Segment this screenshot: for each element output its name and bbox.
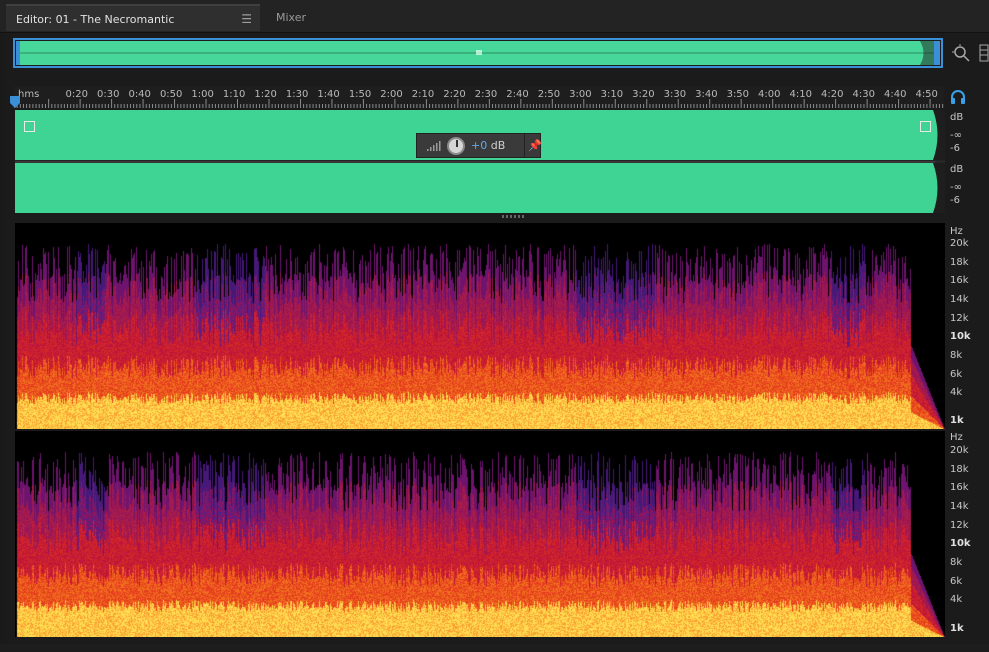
playhead-marker[interactable]: [9, 95, 21, 109]
ruler-tick-label: 1:40: [317, 89, 340, 100]
menu-icon[interactable]: ☰: [241, 6, 252, 33]
gain-readout[interactable]: +0 dB: [471, 139, 505, 152]
spectrogram-channel-1[interactable]: [15, 223, 945, 429]
ruler-tick-label: 3:30: [663, 89, 687, 100]
hz-label: 8k: [950, 350, 963, 361]
ruler-tick-label: 2:20: [443, 89, 466, 100]
ruler-tick-label: 1:20: [254, 89, 277, 100]
ruler-tick-label: 3:40: [695, 89, 718, 100]
ruler-tick-label: 0:20: [65, 89, 88, 100]
ruler-tick-label: 3:10: [600, 89, 624, 100]
fade-out-handle[interactable]: [920, 121, 931, 132]
hz-scale-channel-1: Hz 20k 18k 16k 14k 12k 10k 8k 6k 4k 1k: [946, 223, 986, 429]
waveform-display: [15, 110, 945, 213]
ruler-tick-label: 2:30: [474, 89, 498, 100]
ruler-tick-label: 1:10: [222, 89, 246, 100]
ruler-tick-label: 0:30: [96, 89, 120, 100]
hz-label: 16k: [950, 482, 969, 493]
ruler-tick-label: 2:10: [411, 89, 435, 100]
zoom-icon[interactable]: [951, 43, 971, 63]
headphones-icon[interactable]: [950, 89, 966, 105]
spectrogram-canvas-1: [15, 223, 945, 429]
ruler-tick-label: 4:00: [758, 89, 781, 100]
left-edge: [0, 33, 6, 652]
ruler-tick-label: 2:50: [537, 89, 561, 100]
ruler-unit-label: hms: [18, 89, 40, 100]
hz-label: 1k: [950, 415, 964, 426]
ruler-tick-label: 1:50: [348, 89, 372, 100]
hz-label: 14k: [950, 501, 969, 512]
ruler-tick-label: 3:20: [632, 89, 655, 100]
gain-unit: dB: [490, 139, 506, 152]
hz-label: Hz: [950, 226, 963, 237]
panel-options-icon[interactable]: [979, 44, 989, 62]
hz-label: 1k: [950, 623, 964, 634]
spectrogram-canvas-2: [15, 431, 945, 637]
time-ruler[interactable]: hms 0:20 0:30 0:40 0:50 1:00 1:10 1:20 1:30 1:40…: [14, 86, 944, 108]
ruler-tick-label: 1:00: [191, 89, 214, 100]
hz-label: 20k: [950, 445, 969, 456]
hz-label: 18k: [950, 257, 969, 268]
hud-separator: [524, 134, 525, 157]
ruler-tick-label: 2:40: [506, 89, 529, 100]
level-meter-icon: [427, 141, 441, 151]
hz-label: Hz: [950, 432, 963, 443]
pin-icon[interactable]: 📌: [528, 139, 542, 152]
ruler-tick-label: 4:30: [852, 89, 875, 100]
hz-label: 14k: [950, 294, 969, 305]
hz-label: 10k: [950, 538, 971, 549]
ruler-tick-label: 0:40: [128, 89, 151, 100]
tab-mixer[interactable]: Mixer: [266, 4, 316, 31]
db-scale-ch2-unit: dB: [950, 164, 964, 175]
overview-navigator[interactable]: [13, 38, 943, 68]
ruler-tick-label: 3:00: [569, 89, 592, 100]
hz-label: 20k: [950, 238, 969, 249]
hz-label: 18k: [950, 464, 969, 475]
db-scale: dB -∞ -6 dB -∞ -6: [946, 110, 974, 213]
gain-value: +0: [471, 139, 488, 152]
hz-label: 10k: [950, 331, 971, 342]
db-scale-ch2-minus6: -6: [950, 195, 960, 206]
view-divider-handle[interactable]: [502, 215, 526, 218]
ruler-tick-label: 0:50: [159, 89, 183, 100]
hz-label: 6k: [950, 576, 963, 587]
ruler-tick-label: 3:50: [726, 89, 750, 100]
gain-knob[interactable]: [447, 137, 465, 155]
ruler-tick-label: 4:50: [915, 89, 938, 100]
tab-bar: Editor: 01 - The Necromantic Evocation.m…: [0, 0, 989, 53]
db-scale-ch1-unit: dB: [950, 112, 964, 123]
hz-label: 16k: [950, 275, 969, 286]
hz-label: 6k: [950, 369, 963, 380]
tab-mixer-label: Mixer: [276, 11, 307, 24]
gain-hud[interactable]: +0 dB 📌: [416, 133, 542, 158]
audio-editor: Editor: 01 - The Necromantic Evocation.m…: [0, 0, 989, 652]
hz-scale-channel-2: Hz 20k 18k 16k 14k 12k 10k 8k 6k 4k 1k: [946, 431, 986, 637]
waveform-view[interactable]: [15, 110, 945, 213]
hz-label: 4k: [950, 387, 963, 398]
fade-in-handle[interactable]: [24, 121, 35, 132]
spectrogram-channel-2[interactable]: [15, 431, 945, 637]
db-scale-ch2-neg-inf: -∞: [950, 182, 962, 193]
overview-waveform: [16, 41, 940, 65]
hz-label: 12k: [950, 313, 969, 324]
ruler-tick-label: 1:30: [285, 89, 309, 100]
ruler-tick-label: 2:00: [380, 89, 403, 100]
ruler-tick-label: 4:20: [821, 89, 844, 100]
db-scale-ch1-neg-inf: -∞: [950, 130, 962, 141]
hz-label: 4k: [950, 594, 963, 605]
ruler-tick-label: 4:10: [789, 89, 812, 100]
bottom-toolbar: [0, 644, 989, 652]
db-scale-ch1-minus6: -6: [950, 143, 960, 154]
tab-editor[interactable]: Editor: 01 - The Necromantic Evocation.m…: [6, 4, 260, 53]
hz-label: 8k: [950, 557, 963, 568]
hz-label: 12k: [950, 520, 969, 531]
ruler-tick-label: 4:40: [883, 89, 907, 100]
